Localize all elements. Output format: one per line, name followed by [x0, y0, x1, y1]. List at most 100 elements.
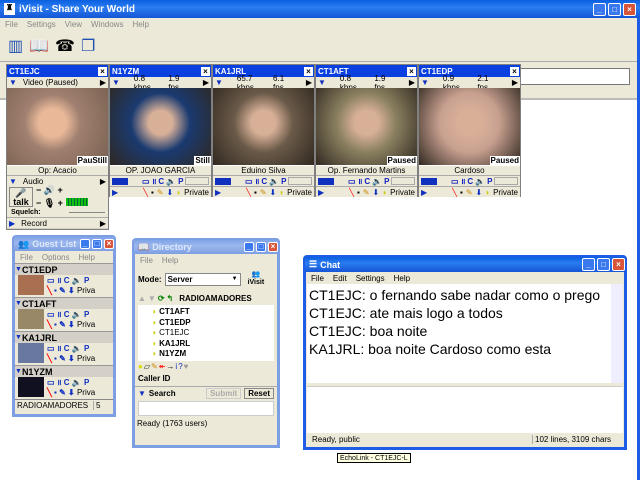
guest-item[interactable]: ▼ N1YZM ▭ ॥ C 🔈 P ╲ ▪ ✎ ⬇ Priva [15, 365, 113, 399]
camera-icon[interactable]: ▪ [151, 188, 154, 197]
speaker-volume-control[interactable]: − 🔊 + [36, 185, 63, 196]
guest-thumbnail[interactable] [18, 275, 44, 295]
menu-options[interactable]: Options [42, 253, 70, 262]
moon-icon[interactable]: ◗ [176, 188, 181, 197]
private-toggle[interactable]: Private [184, 188, 209, 197]
collapse-icon[interactable]: ▼ [421, 78, 429, 87]
close-icon[interactable]: × [304, 66, 313, 76]
maximize-button[interactable]: □ [608, 2, 621, 16]
maximize-button[interactable]: □ [256, 242, 266, 252]
display-mode-dropdown[interactable] [421, 177, 437, 185]
collapse-icon[interactable]: ▼ [15, 266, 22, 273]
directory-icon[interactable]: 📖 [29, 36, 49, 56]
mic-icon[interactable]: ⬇ [476, 188, 483, 197]
expand-icon[interactable]: ▶ [112, 188, 118, 197]
talk-button[interactable]: 🎤 talk [9, 187, 33, 207]
minimize-button[interactable]: _ [80, 239, 90, 249]
arrow-right-icon[interactable]: ▶ [306, 78, 312, 87]
guest-toggles[interactable]: ╲ ▪ ✎ ⬇ Priva [47, 286, 95, 295]
guest-thumbnail[interactable] [18, 377, 44, 397]
user-item[interactable]: ◗ KA1JRL [152, 339, 274, 350]
arrow-right-icon[interactable]: ▶ [203, 78, 209, 87]
arrow-right-icon[interactable]: ▶ [100, 78, 106, 87]
collapse-icon[interactable]: ▼ [15, 300, 22, 307]
close-button[interactable]: × [268, 242, 278, 252]
scrollbar[interactable] [611, 284, 623, 383]
up-arrow-button[interactable]: ▲ [138, 294, 146, 303]
reset-button[interactable]: Reset [244, 388, 274, 399]
squelch-slider[interactable] [68, 212, 105, 213]
menu-file[interactable]: File [140, 256, 153, 265]
no-draw-icon[interactable]: ╲ [452, 188, 457, 197]
guest-toggles[interactable]: ╲ ▪ ✎ ⬇ Priva [47, 354, 95, 363]
submit-button[interactable]: Submit [206, 388, 242, 399]
close-icon[interactable]: × [510, 66, 519, 76]
menu-help[interactable]: Help [132, 20, 148, 29]
mode-select[interactable]: Server ▼ [164, 272, 241, 286]
video-feed[interactable]: Paused [316, 88, 417, 165]
help-button[interactable]: ? [178, 362, 182, 374]
arrow-right-icon[interactable]: ▶ [512, 78, 518, 87]
p-button[interactable]: P [487, 177, 492, 186]
collapse-icon[interactable]: ▼ [9, 78, 17, 87]
menu-settings[interactable]: Settings [356, 274, 385, 283]
menu-file[interactable]: File [20, 253, 33, 262]
display-mode-dropdown[interactable] [215, 177, 231, 185]
collapse-icon[interactable]: ▼ [9, 177, 17, 186]
user-item[interactable]: ◗ CT1EJC [152, 328, 274, 339]
user-item[interactable]: ◗ CT1AFT [152, 307, 274, 318]
c-button[interactable]: C [158, 177, 164, 186]
display-mode-dropdown[interactable] [112, 177, 128, 185]
expand-icon[interactable]: ▶ [215, 188, 221, 197]
moon-icon[interactable]: ◗ [382, 188, 387, 197]
pencil-icon[interactable]: ✎ [363, 188, 370, 197]
heart-button[interactable]: ♥ [184, 362, 189, 374]
minimize-button[interactable]: _ [244, 242, 254, 252]
guest-controls[interactable]: ▭ ॥ C 🔈 P [47, 275, 95, 286]
mic-volume-control[interactable]: − 🎙 + [36, 198, 63, 209]
info-button[interactable]: i [175, 362, 177, 374]
expand-icon[interactable]: ▶ [318, 188, 324, 197]
pause-icon[interactable]: ॥ [152, 176, 157, 187]
camera-icon[interactable]: ▪ [460, 188, 463, 197]
speaker-icon[interactable]: 🔈 [166, 177, 176, 186]
guest-toggles[interactable]: ╲ ▪ ✎ ⬇ Priva [47, 388, 95, 397]
chat-input[interactable] [307, 386, 623, 433]
close-button[interactable]: × [623, 2, 636, 16]
speaker-icon[interactable]: 🔈 [269, 177, 279, 186]
collapse-icon[interactable]: ▼ [138, 389, 146, 398]
arrow-right-icon[interactable]: ▶ [100, 219, 106, 228]
mic-icon[interactable]: ⬇ [167, 188, 174, 197]
expand-icon[interactable]: ▶ [421, 188, 427, 197]
parent-folder-button[interactable]: ↰ [167, 294, 174, 303]
collapse-icon[interactable]: ▼ [215, 78, 223, 87]
moon-icon[interactable]: ◗ [279, 188, 284, 197]
guest-thumbnail[interactable] [18, 343, 44, 363]
p-button[interactable]: P [178, 177, 183, 186]
record-expand-icon[interactable]: ▶ [9, 219, 15, 228]
close-icon[interactable]: × [201, 66, 210, 76]
arrow-right-icon[interactable]: ▶ [100, 177, 106, 186]
pause-icon[interactable]: ॥ [358, 176, 363, 187]
camera-icon[interactable]: ▪ [254, 188, 257, 197]
close-button[interactable]: × [612, 258, 625, 271]
p-button[interactable]: P [281, 177, 286, 186]
collapse-icon[interactable]: ▼ [15, 368, 22, 375]
call-button[interactable]: ● [138, 362, 143, 374]
video-feed[interactable]: PauStill [7, 88, 108, 165]
main-text-field[interactable] [518, 68, 630, 85]
guest-controls[interactable]: ▭ ॥ C 🔈 P [47, 377, 95, 388]
down-arrow-button[interactable]: ▼ [148, 294, 156, 303]
guest-toggles[interactable]: ╲ ▪ ✎ ⬇ Priva [47, 320, 95, 329]
menu-help[interactable]: Help [162, 256, 178, 265]
c-button[interactable]: C [364, 177, 370, 186]
maximize-button[interactable]: □ [597, 258, 610, 271]
minimize-button[interactable]: _ [593, 2, 606, 16]
speaker-icon[interactable]: 🔈 [372, 177, 382, 186]
guest-item[interactable]: ▼ CT1AFT ▭ ॥ C 🔈 P ╲ ▪ ✎ ⬇ Priva [15, 297, 113, 331]
menu-view[interactable]: View [65, 20, 82, 29]
guest-controls[interactable]: ▭ ॥ C 🔈 P [47, 309, 95, 320]
window-icon[interactable]: ▭ [348, 177, 356, 186]
user-item[interactable]: ◗ N1YZM [152, 349, 274, 360]
maximize-button[interactable]: □ [92, 239, 102, 249]
